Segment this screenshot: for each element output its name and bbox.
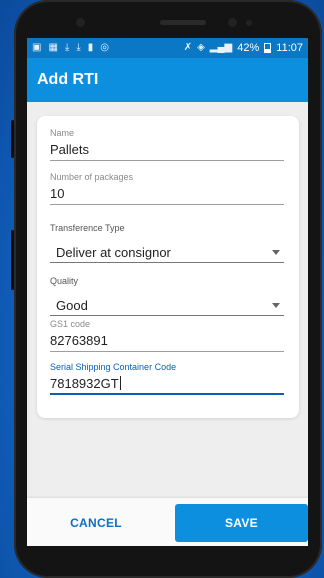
signal-icon: ▂▄▆ (209, 42, 233, 53)
vpn-icon: ◎ (100, 42, 109, 53)
front-camera-icon (228, 18, 237, 27)
app-bar: Add RTI (27, 58, 308, 102)
dropdown-arrow-icon[interactable] (272, 250, 280, 255)
battery-percent: 42% (237, 42, 260, 54)
packages-field[interactable]: Number of packages 10 (50, 172, 284, 205)
gs1-code-label: GS1 code (50, 319, 91, 329)
quality-select[interactable]: Quality Good (50, 276, 284, 316)
shield-icon: ▮ (87, 42, 94, 53)
quality-dropdown[interactable]: Good (50, 296, 284, 316)
app-screen: ▣ ▦ ⤓ ⤓ ▮ ◎ ✗ ◈ ▂▄▆ 42% 11:07 Add RTI Na… (27, 38, 308, 546)
battery-icon (264, 43, 272, 53)
cancel-button[interactable]: CANCEL (37, 504, 155, 542)
transference-type-dropdown[interactable]: Deliver at consignor (50, 243, 284, 263)
download-icon: ⤓ (64, 42, 70, 53)
quality-label: Quality (50, 276, 79, 286)
bixby-button (11, 230, 14, 290)
action-footer: CANCEL SAVE (27, 498, 308, 546)
mute-icon: ✗ (183, 42, 193, 53)
sscc-field[interactable]: Serial Shipping Container Code 7818932GT (50, 362, 284, 395)
page-title: Add RTI (37, 71, 99, 88)
packages-input[interactable]: 10 (50, 186, 284, 205)
name-field[interactable]: Name Pallets (50, 128, 284, 161)
speaker-grille (160, 20, 206, 25)
gs1-code-input[interactable]: 82763891 (50, 333, 284, 352)
image-icon: ▣ (32, 42, 42, 53)
gs1-code-field[interactable]: GS1 code 82763891 (50, 319, 284, 352)
clock: 11:07 (276, 42, 303, 54)
wifi-icon: ◈ (197, 42, 205, 53)
save-button[interactable]: SAVE (175, 504, 308, 542)
quality-value: Good (56, 298, 88, 313)
sensor-icon (76, 18, 85, 27)
dropdown-arrow-icon[interactable] (272, 303, 280, 308)
transference-type-select[interactable]: Transference Type Deliver at consignor (50, 223, 284, 263)
sscc-value: 7818932GT (50, 376, 119, 391)
sscc-label: Serial Shipping Container Code (50, 362, 177, 372)
name-label: Name (50, 128, 75, 138)
sscc-input[interactable]: 7818932GT (50, 376, 284, 395)
name-input[interactable]: Pallets (50, 142, 284, 161)
image-icon: ▦ (48, 42, 58, 53)
transference-type-value: Deliver at consignor (56, 245, 171, 260)
form-card: Name Pallets Number of packages 10 Trans… (37, 116, 299, 418)
download-icon: ⤓ (76, 42, 81, 53)
volume-button (11, 120, 14, 158)
iris-sensor-icon (246, 20, 252, 26)
text-cursor (119, 376, 121, 390)
transference-type-label: Transference Type (50, 223, 125, 233)
status-bar: ▣ ▦ ⤓ ⤓ ▮ ◎ ✗ ◈ ▂▄▆ 42% 11:07 (27, 38, 308, 58)
packages-label: Number of packages (50, 172, 134, 182)
